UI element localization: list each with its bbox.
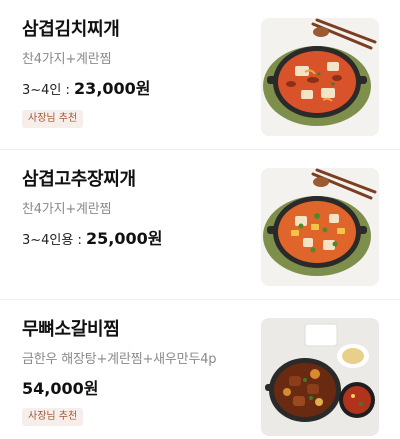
menu-item-price: 23,000원 [74, 79, 151, 98]
gochujang-stew-illustration [261, 168, 379, 286]
kimchi-stew-illustration [261, 18, 379, 136]
braised-short-rib-illustration [261, 318, 379, 436]
kimchi-stew-image[interactable] [261, 18, 379, 136]
menu-item-kimchi-stew[interactable]: 삼겹김치찌개 찬4가지+계란찜 3~4인 : 23,000원 사장님 추천 [0, 0, 400, 150]
menu-item-price: 25,000원 [86, 229, 163, 248]
menu-list: 삼겹김치찌개 찬4가지+계란찜 3~4인 : 23,000원 사장님 추천 삼겹… [0, 0, 400, 439]
recommended-badge: 사장님 추천 [22, 110, 84, 128]
menu-item-braised-short-rib[interactable]: 무뼈소갈비찜 금한우 해장탕+계란찜+새우만두4p 54,000원 사장님 추천 [0, 300, 400, 439]
menu-item-gochujang-stew[interactable]: 삼겹고추장찌개 찬4가지+계란찜 3~4인용 : 25,000원 [0, 150, 400, 300]
menu-item-serving: 3~4인용 : [22, 233, 86, 248]
gochujang-stew-image[interactable] [261, 168, 379, 286]
braised-short-rib-image[interactable] [261, 318, 379, 436]
menu-item-serving: 3~4인 : [22, 83, 75, 98]
recommended-badge: 사장님 추천 [22, 408, 84, 426]
